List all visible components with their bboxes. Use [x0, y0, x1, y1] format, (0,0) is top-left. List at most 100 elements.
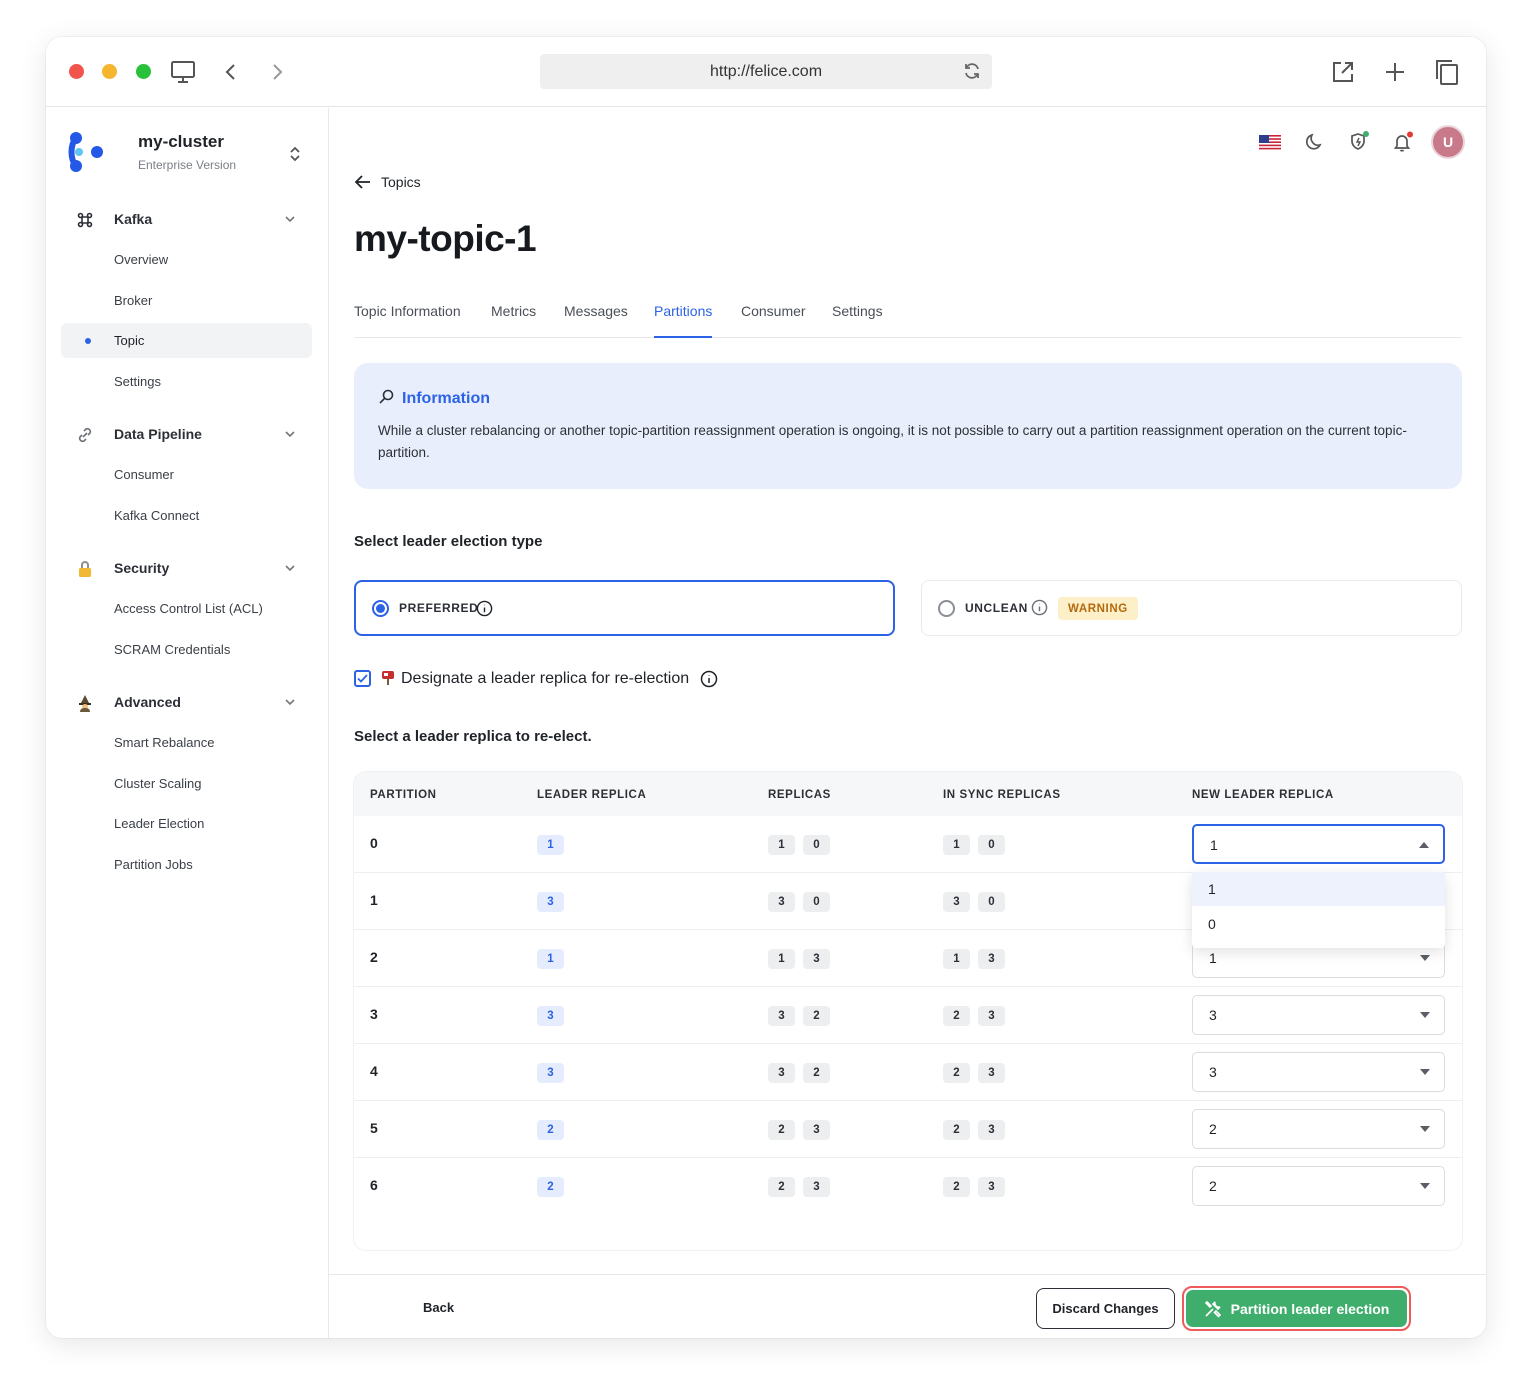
partition-id: 2 — [370, 949, 378, 965]
url-text: http://felice.com — [709, 62, 823, 80]
copy-tabs-icon[interactable] — [1432, 57, 1462, 87]
tab-settings[interactable]: Settings — [832, 303, 883, 338]
preferred-radio[interactable] — [372, 599, 389, 617]
sidebar-item-acl[interactable]: Access Control List (ACL) — [61, 591, 312, 626]
table-header: PARTITION LEADER REPLICA REPLICAS IN SYN… — [354, 772, 1462, 816]
sidebar-item-label: Topic — [114, 333, 145, 348]
sidebar-item-label: Settings — [114, 374, 161, 389]
isr-chip: 3 — [978, 949, 1005, 969]
sidebar-item-kafka-connect[interactable]: Kafka Connect — [61, 498, 312, 533]
column-header-leader-replica: LEADER REPLICA — [537, 789, 647, 801]
dropdown-option[interactable]: 0 — [1192, 907, 1445, 941]
back-to-topics-link[interactable]: Topics — [355, 174, 421, 190]
replica-chip: 2 — [803, 1063, 830, 1083]
us-flag-icon[interactable] — [1252, 124, 1288, 160]
partition-leader-election-button[interactable]: Partition leader election — [1182, 1286, 1411, 1331]
unclean-radio[interactable] — [938, 599, 955, 617]
dropdown-option[interactable]: 1 — [1192, 872, 1445, 906]
isr-chip: 0 — [978, 835, 1005, 855]
tab-messages[interactable]: Messages — [564, 303, 628, 338]
sidebar-item-overview[interactable]: Overview — [61, 242, 312, 277]
close-window-button[interactable] — [69, 64, 84, 79]
select-value: 1 — [1210, 837, 1218, 853]
sidebar-item-topic[interactable]: Topic — [61, 323, 312, 358]
info-circle-icon[interactable] — [700, 670, 718, 688]
new-tab-icon[interactable] — [1380, 57, 1410, 87]
new-leader-select[interactable]: 2 — [1192, 1166, 1445, 1206]
sidebar-section-data-pipeline[interactable]: Data Pipeline — [61, 417, 313, 451]
tab-partitions[interactable]: Partitions — [654, 303, 713, 338]
sidebar-item-label: Broker — [114, 293, 153, 308]
designate-leader-checkbox[interactable] — [354, 670, 371, 687]
user-avatar[interactable]: U — [1430, 124, 1466, 160]
sidebar-item-label: Kafka Connect — [114, 508, 200, 523]
minimize-window-button[interactable] — [102, 64, 117, 79]
partition-leader-election-button-body[interactable]: Partition leader election — [1186, 1290, 1407, 1327]
page-title: my-topic-1 — [354, 218, 537, 259]
sidebar-section-security[interactable]: Security — [61, 551, 313, 585]
sidebar-item-cluster-scaling[interactable]: Cluster Scaling — [61, 766, 312, 801]
back-button[interactable]: Back — [423, 1300, 454, 1315]
unclean-option-card[interactable]: UNCLEAN WARNING — [921, 580, 1462, 636]
new-leader-select[interactable]: 2 — [1192, 1109, 1445, 1149]
shield-icon[interactable] — [1341, 124, 1377, 160]
tab-consumer[interactable]: Consumer — [741, 303, 806, 338]
sidebar-item-leader-election[interactable]: Leader Election — [61, 806, 312, 841]
cluster-name: my-cluster — [138, 132, 224, 151]
new-leader-dropdown-menu: 1 0 — [1192, 872, 1445, 948]
information-title: Information — [378, 389, 490, 409]
cluster-switch-icon[interactable] — [286, 145, 304, 163]
info-circle-icon[interactable] — [476, 600, 493, 617]
designate-leader-row[interactable]: Designate a leader replica for re-electi… — [354, 669, 718, 688]
forward-arrow-icon[interactable] — [262, 57, 292, 87]
reload-icon[interactable] — [962, 61, 982, 81]
dark-mode-icon[interactable] — [1297, 124, 1333, 160]
column-header-new-leader-replica: NEW LEADER REPLICA — [1192, 789, 1334, 801]
discard-changes-button[interactable]: Discard Changes — [1036, 1288, 1175, 1329]
sidebar-section-advanced[interactable]: Advanced — [61, 685, 313, 719]
sidebar-item-partition-jobs[interactable]: Partition Jobs — [61, 847, 312, 882]
command-icon — [75, 210, 95, 230]
isr-chip: 3 — [978, 1177, 1005, 1197]
notification-bell-icon[interactable] — [1385, 124, 1421, 160]
info-circle-icon[interactable] — [1031, 599, 1048, 616]
partition-replica-table: PARTITION LEADER REPLICA REPLICAS IN SYN… — [354, 772, 1462, 1250]
sidebar-item-consumer[interactable]: Consumer — [61, 457, 312, 492]
sidebar-item-scram-credentials[interactable]: SCRAM Credentials — [61, 632, 312, 667]
address-bar[interactable]: http://felice.com — [540, 54, 992, 89]
column-header-in-sync-replicas: IN SYNC REPLICAS — [943, 789, 1061, 801]
new-leader-select[interactable]: 3 — [1192, 1052, 1445, 1092]
sidebar-section-kafka[interactable]: Kafka — [61, 202, 313, 236]
header-actions: U — [1249, 124, 1466, 160]
sidebar-item-label: Overview — [114, 252, 169, 267]
sidebar-item-settings[interactable]: Settings — [61, 364, 312, 399]
column-header-partition: PARTITION — [370, 789, 437, 801]
back-arrow-icon[interactable] — [216, 57, 246, 87]
caret-down-icon — [1420, 1012, 1430, 1018]
new-leader-select[interactable]: 3 — [1192, 995, 1445, 1035]
replica-chip: 3 — [768, 1006, 795, 1026]
information-text: While a cluster rebalancing or another t… — [378, 423, 1407, 460]
open-external-icon[interactable] — [1328, 57, 1358, 87]
sidebar-item-broker[interactable]: Broker — [61, 283, 312, 318]
preferred-option-card[interactable]: PREFERRED — [354, 580, 895, 636]
replica-chip: 0 — [803, 892, 830, 912]
select-value: 1 — [1209, 950, 1217, 966]
chevron-down-icon — [285, 699, 295, 706]
tab-metrics[interactable]: Metrics — [491, 303, 536, 338]
table-row: 5 2 2 3 2 3 2 — [354, 1101, 1462, 1158]
replica-chip: 3 — [803, 1177, 830, 1197]
select-value: 3 — [1209, 1064, 1217, 1080]
maximize-window-button[interactable] — [136, 64, 151, 79]
preferred-label: PREFERRED — [399, 601, 479, 615]
isr-chip: 2 — [943, 1120, 970, 1140]
browser-window: http://felice.com my-cluster Enterprise … — [46, 37, 1486, 1338]
leader-replica-chip: 1 — [537, 949, 564, 969]
sidebar-item-smart-rebalance[interactable]: Smart Rebalance — [61, 725, 312, 760]
partition-id: 6 — [370, 1177, 378, 1193]
monitor-icon[interactable] — [168, 57, 198, 87]
tab-topic-information[interactable]: Topic Information — [354, 303, 461, 338]
new-leader-select[interactable]: 1 — [1192, 824, 1445, 864]
designate-leader-label: Designate a leader replica for re-electi… — [401, 669, 690, 687]
partition-id: 5 — [370, 1120, 378, 1136]
